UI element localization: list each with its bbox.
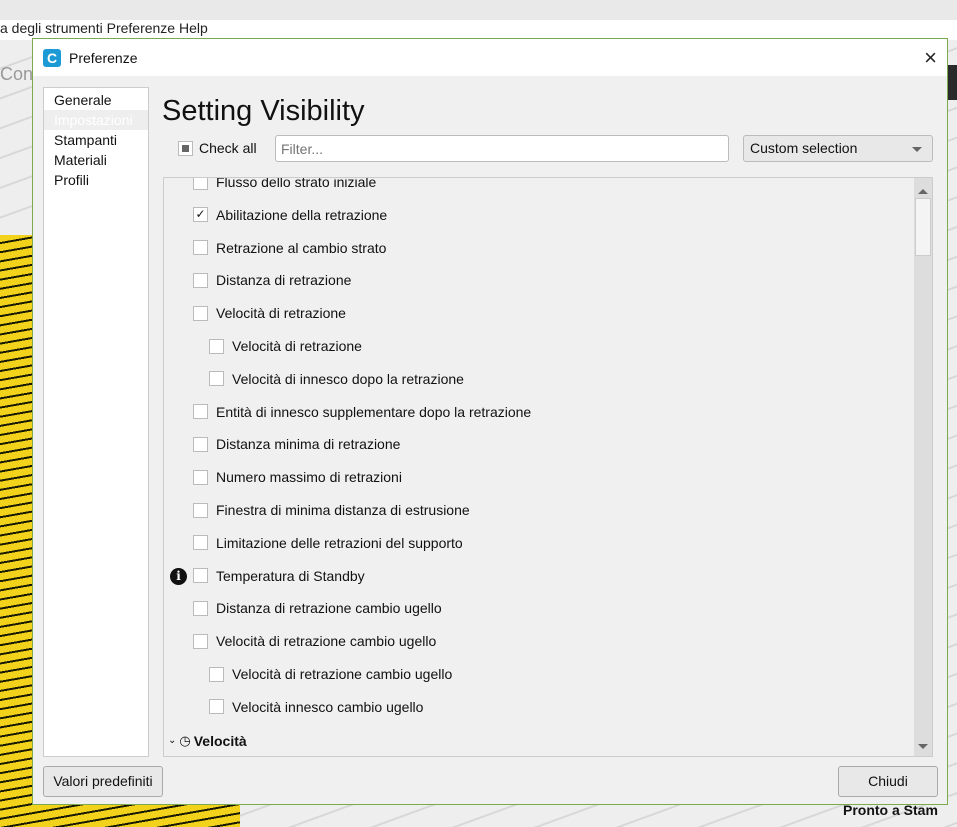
- setting-label: Velocità di innesco dopo la retrazione: [232, 370, 464, 387]
- setting-label: Velocità di retrazione: [216, 305, 346, 322]
- sidebar-item-profili[interactable]: Profili: [44, 170, 148, 190]
- dialog-title: Preferenze: [69, 49, 138, 66]
- filter-input[interactable]: [275, 135, 729, 162]
- setting-label: Velocità innesco cambio ugello: [232, 698, 424, 715]
- chevron-down-icon[interactable]: ⌄: [168, 735, 176, 746]
- setting-row[interactable]: Distanza di retrazione: [193, 270, 351, 290]
- close-icon[interactable]: ×: [924, 45, 937, 71]
- setting-row[interactable]: Velocità di retrazione cambio ugello: [193, 631, 436, 651]
- setting-label: Numero massimo di retrazioni: [216, 469, 402, 486]
- preferences-dialog: C Preferenze × Generale Impostazioni Stamp…: [32, 38, 948, 805]
- checkbox[interactable]: [193, 469, 208, 485]
- checkbox[interactable]: [193, 600, 208, 616]
- defaults-button[interactable]: Valori predefiniti: [43, 766, 163, 797]
- category-label: Velocità: [193, 732, 247, 749]
- checkbox[interactable]: [193, 272, 208, 288]
- checkbox[interactable]: [193, 633, 208, 649]
- checkbox[interactable]: [209, 699, 224, 715]
- scroll-down-arrow[interactable]: [918, 744, 928, 754]
- close-button[interactable]: Chiudi: [838, 766, 938, 797]
- setting-label: Flusso dello strato iniziale: [216, 177, 377, 190]
- scrollbar[interactable]: [914, 178, 932, 756]
- title-bar: C Preferenze ×: [33, 39, 947, 76]
- sidebar-item-impostazioni[interactable]: Impostazioni: [44, 110, 148, 130]
- sidebar-item-generale[interactable]: Generale: [44, 90, 148, 110]
- setting-row[interactable]: Velocità di innesco dopo la retrazione: [209, 369, 464, 389]
- setting-row[interactable]: Entità di innesco supplementare dopo la …: [193, 402, 531, 422]
- checkbox-partial[interactable]: [178, 140, 193, 156]
- checkbox[interactable]: [193, 436, 208, 452]
- setting-label: Temperatura di Standby: [216, 567, 365, 584]
- setting-row[interactable]: Retrazione al cambio strato: [193, 238, 386, 258]
- checkbox[interactable]: [193, 568, 208, 584]
- setting-label: Abilitazione della retrazione: [216, 206, 388, 223]
- cura-logo-icon: C: [43, 48, 61, 67]
- clock-icon: ◷: [179, 732, 191, 748]
- category-velocita[interactable]: ⌄ ◷ Velocità: [168, 731, 247, 751]
- check-all-label: Check all: [199, 140, 257, 156]
- checkbox[interactable]: [209, 371, 224, 387]
- check-all-checkbox[interactable]: Check all: [178, 140, 257, 156]
- checkbox[interactable]: [193, 178, 208, 190]
- setting-row[interactable]: Numero massimo di retrazioni: [193, 467, 402, 487]
- checkbox[interactable]: [209, 338, 224, 354]
- setting-row[interactable]: Distanza di retrazione cambio ugello: [193, 598, 442, 618]
- setting-label: Retrazione al cambio strato: [216, 239, 387, 256]
- setting-row[interactable]: Limitazione delle retrazioni del support…: [193, 533, 463, 553]
- info-icon[interactable]: i: [170, 567, 187, 585]
- setting-label: Distanza di retrazione cambio ugello: [216, 600, 442, 617]
- setting-label: Velocità di retrazione cambio ugello: [232, 666, 453, 682]
- sidebar: Generale Impostazioni Stampanti Materiali Pr…: [43, 87, 149, 757]
- sidebar-item-materiali[interactable]: Materiali: [44, 150, 148, 170]
- checkbox[interactable]: [193, 404, 208, 420]
- setting-label: Velocità di retrazione cambio ugello: [216, 633, 437, 650]
- setting-label: Distanza minima di retrazione: [216, 436, 401, 453]
- setting-row[interactable]: Finestra di minima distanza di estrusion…: [193, 500, 470, 520]
- scroll-up-arrow[interactable]: [918, 184, 928, 194]
- setting-row[interactable]: Temperatura di Standby: [193, 566, 365, 586]
- background-panel: [948, 65, 957, 100]
- checkbox[interactable]: [209, 666, 224, 682]
- checkbox-checked[interactable]: ✓: [193, 207, 208, 223]
- setting-row[interactable]: Velocità di retrazione cambio ugello: [209, 664, 452, 684]
- background-text: Con: [0, 64, 34, 84]
- setting-row[interactable]: Velocità di retrazione: [193, 303, 346, 323]
- page-title: Setting Visibility: [162, 95, 365, 127]
- setting-label: Velocità di retrazione: [232, 338, 362, 354]
- checkbox[interactable]: [193, 502, 208, 518]
- visibility-preset-dropdown[interactable]: Custom selection: [743, 135, 933, 162]
- setting-row[interactable]: Velocità di retrazione: [209, 336, 362, 356]
- setting-label: Finestra di minima distanza di estrusion…: [216, 502, 470, 518]
- scrollbar-thumb[interactable]: [915, 198, 931, 256]
- setting-label: Distanza di retrazione: [216, 272, 352, 289]
- setting-row[interactable]: ✓ Abilitazione della retrazione: [193, 205, 387, 225]
- app-menubar[interactable]: a degli strumenti Preferenze Help: [0, 20, 957, 40]
- checkbox[interactable]: [193, 305, 208, 321]
- settings-list: Flusso dello strato iniziale ✓ Abilitazion…: [163, 177, 933, 757]
- setting-label: Limitazione delle retrazioni del support…: [216, 534, 463, 551]
- checkbox[interactable]: [193, 535, 208, 551]
- checkbox[interactable]: [193, 240, 208, 256]
- setting-label: Entità di innesco supplementare dopo la …: [216, 403, 532, 420]
- setting-row[interactable]: Distanza minima di retrazione: [193, 434, 400, 454]
- sidebar-item-stampanti[interactable]: Stampanti: [44, 130, 148, 150]
- setting-row[interactable]: Velocità innesco cambio ugello: [209, 697, 423, 717]
- setting-row[interactable]: Flusso dello strato iniziale: [193, 177, 377, 192]
